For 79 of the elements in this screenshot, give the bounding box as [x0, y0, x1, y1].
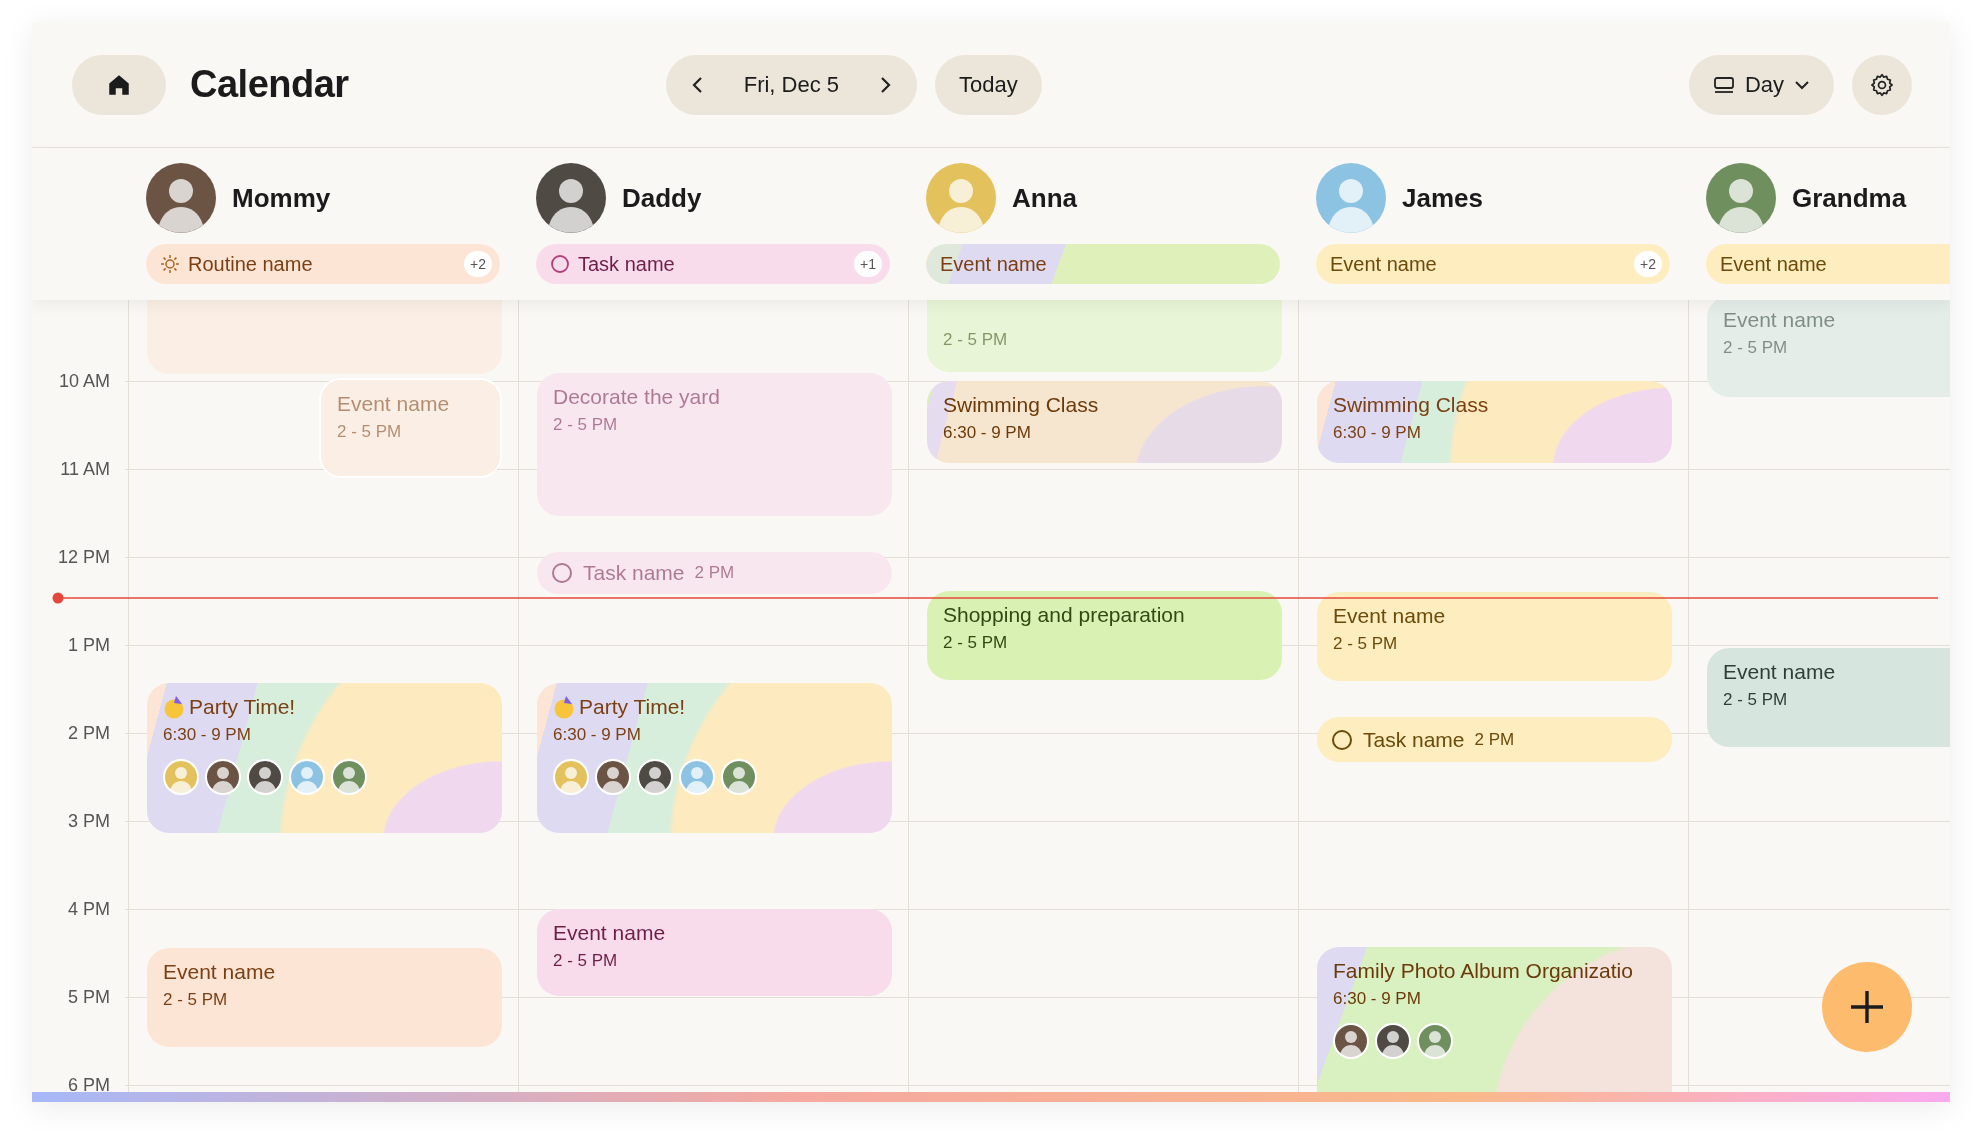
event-time: 6:30 - 9 PM — [163, 725, 252, 745]
event-title: Decorate the yard — [553, 385, 720, 409]
app-title: Calendar — [190, 63, 349, 106]
person-name: Mommy — [232, 182, 331, 214]
party-icon — [163, 695, 185, 719]
all-day-chip[interactable]: Task name +1 — [536, 244, 890, 284]
person-name: James — [1402, 182, 1483, 214]
hour-label: 10 AM — [58, 370, 110, 393]
all-day-chip[interactable]: Routine name +2 — [146, 244, 500, 284]
event-title: Swimming Class — [943, 393, 1099, 417]
event-time: 2 - 5 PM — [1723, 338, 1789, 358]
event-card[interactable]: Event name 2 - 5 PM — [147, 948, 502, 1047]
event-time: 2 - 5 PM — [337, 422, 403, 442]
event-time: 2 - 5 PM — [553, 951, 619, 971]
hour-label: 6 PM — [68, 1074, 110, 1092]
more-count-badge: +1 — [854, 251, 882, 277]
settings-icon — [1869, 71, 1895, 98]
event-card[interactable]: Event name 2 - 5 PM — [537, 909, 892, 996]
event-title: Party Time! — [579, 695, 686, 719]
event-time: 6:30 - 9 PM — [1333, 989, 1422, 1009]
task-time: 2 PM — [1474, 729, 1515, 750]
party-icon — [553, 695, 575, 719]
event-card[interactable]: Swimming Class 6:30 - 9 PM — [1317, 381, 1672, 463]
event-title: Swimming Class — [1333, 393, 1489, 417]
event-title: Family Photo Album Organizatio — [1333, 959, 1633, 983]
hour-label: 1 PM — [68, 634, 110, 657]
today-button[interactable]: Today — [935, 54, 1042, 115]
event-time: 2 - 5 PM — [163, 990, 229, 1010]
event-card[interactable]: Event name 2 - 5 PM — [1317, 592, 1672, 681]
event-card[interactable]: Party Time! 6:30 - 9 PM — [147, 683, 502, 833]
task-time: 2 PM — [694, 563, 735, 583]
caret-icon — [1794, 78, 1810, 91]
event-time: 6:30 - 9 PM — [1333, 423, 1422, 443]
event-title: Event name — [337, 392, 450, 416]
person-name: Anna — [1012, 182, 1077, 214]
event-card[interactable]: Swimming Class 6:30 - 9 PM — [927, 381, 1282, 463]
sun-icon — [160, 254, 180, 274]
hour-label: 11 AM — [60, 458, 110, 481]
event-time: 2 - 5 PM — [943, 330, 1009, 350]
view-dropdown[interactable]: Day — [1688, 54, 1834, 115]
person-name: Daddy — [622, 182, 702, 214]
task-title: Task name — [1363, 727, 1465, 752]
event-title: Event name — [553, 921, 666, 945]
event-title: Party Time! — [189, 695, 296, 719]
event-title: Event name — [1333, 604, 1446, 628]
view-icon — [1712, 74, 1735, 95]
event-card[interactable]: Family Photo Album Organizatio 6:30 - 9 PM — [1317, 947, 1672, 1092]
event-title: Shopping and preparation — [943, 603, 1185, 627]
all-day-chip[interactable]: Event name — [926, 244, 1280, 284]
event-time: 6:30 - 9 PM — [943, 423, 1032, 443]
person-name: Grandma — [1792, 182, 1907, 214]
event-card[interactable]: Shopping and preparation 2 - 5 PM — [927, 591, 1282, 680]
task-circle-icon — [551, 562, 573, 584]
all-day-chip[interactable]: Event name — [1706, 244, 1950, 284]
hour-label: 4 PM — [68, 898, 110, 921]
chevron-right-icon — [878, 74, 893, 95]
event-title: Event name — [163, 960, 276, 984]
task-title: Task name — [583, 561, 685, 585]
event-card[interactable]: Party Time! 6:30 - 9 PM — [537, 683, 892, 833]
event-card[interactable]: Event name 2 - 5 PM — [1707, 648, 1950, 747]
event-time: 2 - 5 PM — [943, 633, 1009, 653]
event-time: 6:30 - 9 PM — [553, 725, 642, 745]
chevron-left-icon — [690, 74, 705, 95]
task-card[interactable]: Task name 2 PM — [1317, 717, 1672, 762]
hour-label: 2 PM — [68, 722, 110, 745]
more-count-badge: +2 — [464, 251, 492, 277]
event-time: 2 - 5 PM — [1333, 634, 1399, 654]
hour-label: 5 PM — [68, 986, 110, 1009]
date-label: Fri, Dec 5 — [742, 71, 841, 98]
hour-label: 12 PM — [57, 546, 110, 569]
more-count-badge: +2 — [1634, 251, 1662, 277]
event-title: Event name — [1723, 308, 1836, 332]
task-circle-icon — [1331, 728, 1353, 751]
event-title: Event name — [1723, 660, 1836, 684]
all-day-chip[interactable]: Event name +2 — [1316, 244, 1670, 284]
hour-label: 3 PM — [68, 810, 110, 833]
task-circle-icon — [550, 254, 570, 274]
event-time: 2 - 5 PM — [1723, 690, 1789, 710]
event-time: 2 - 5 PM — [553, 415, 619, 435]
